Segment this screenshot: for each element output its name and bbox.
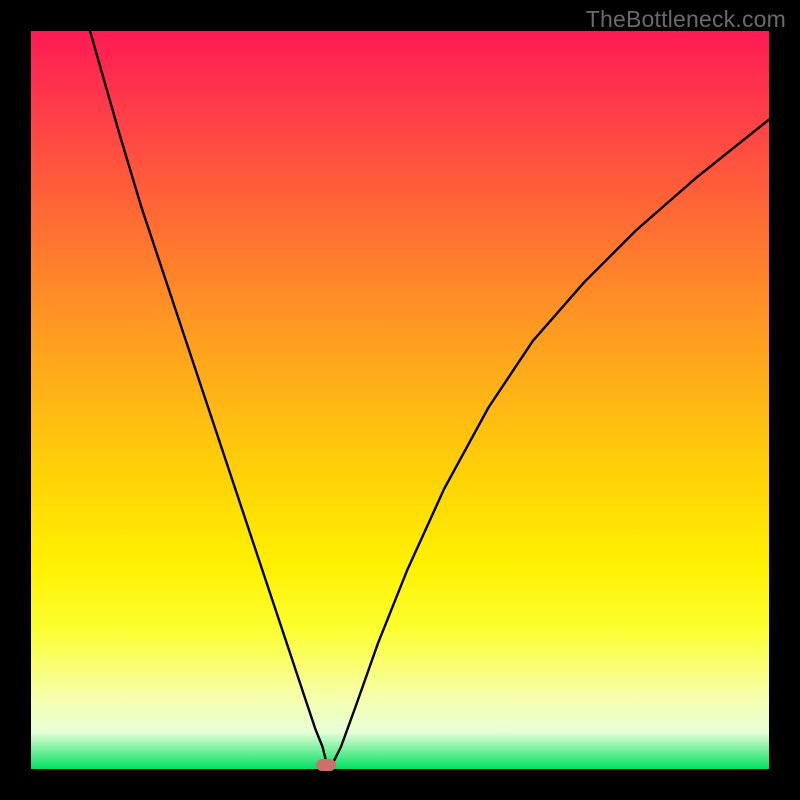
watermark-text: TheBottleneck.com [586, 6, 786, 33]
chart-frame: TheBottleneck.com [0, 0, 800, 800]
plot-area [31, 31, 769, 769]
chart-curve [31, 31, 769, 769]
chart-marker [316, 759, 336, 771]
